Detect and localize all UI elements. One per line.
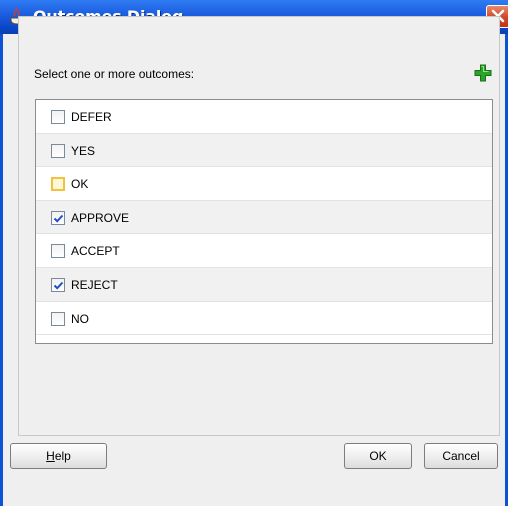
outcome-label: REJECT bbox=[71, 277, 118, 292]
outcome-label: APPROVE bbox=[71, 210, 130, 225]
checkmark-icon bbox=[53, 281, 64, 290]
ok-button[interactable]: OK bbox=[344, 443, 412, 469]
prompt-label: Select one or more outcomes: bbox=[34, 67, 195, 81]
outcomes-list[interactable]: DEFER YES OK APPROVE ACCEPT REJECT NO bbox=[35, 99, 493, 344]
checkmark-icon bbox=[53, 214, 64, 223]
outcome-checkbox[interactable] bbox=[51, 143, 65, 158]
outcome-label: DEFER bbox=[71, 110, 112, 124]
help-label: elp bbox=[54, 449, 71, 463]
outcome-checkbox[interactable] bbox=[51, 177, 65, 192]
outcome-row[interactable]: NO bbox=[36, 302, 492, 336]
outcome-checkbox[interactable] bbox=[51, 110, 65, 124]
outcome-checkbox[interactable] bbox=[51, 277, 65, 292]
outcome-label: NO bbox=[71, 311, 89, 326]
outcome-label: OK bbox=[71, 177, 89, 192]
outcome-row[interactable]: REJECT bbox=[36, 267, 492, 302]
add-plus-icon[interactable] bbox=[474, 64, 492, 82]
outcome-label: ACCEPT bbox=[71, 244, 120, 259]
outcome-checkbox[interactable] bbox=[51, 311, 65, 326]
outcome-checkbox[interactable] bbox=[51, 244, 65, 259]
outcome-row[interactable]: YES bbox=[36, 133, 492, 168]
help-button[interactable]: Help bbox=[10, 443, 107, 469]
outcome-row[interactable]: APPROVE bbox=[36, 200, 492, 235]
outcome-checkbox[interactable] bbox=[51, 210, 65, 225]
outcome-label: YES bbox=[71, 143, 96, 158]
outcome-row[interactable]: DEFER bbox=[36, 100, 492, 134]
outcome-row[interactable]: OK bbox=[36, 167, 492, 201]
help-mnemonic: H bbox=[46, 449, 55, 463]
outcome-row[interactable]: ACCEPT bbox=[36, 234, 492, 268]
cancel-button[interactable]: Cancel bbox=[424, 443, 498, 469]
